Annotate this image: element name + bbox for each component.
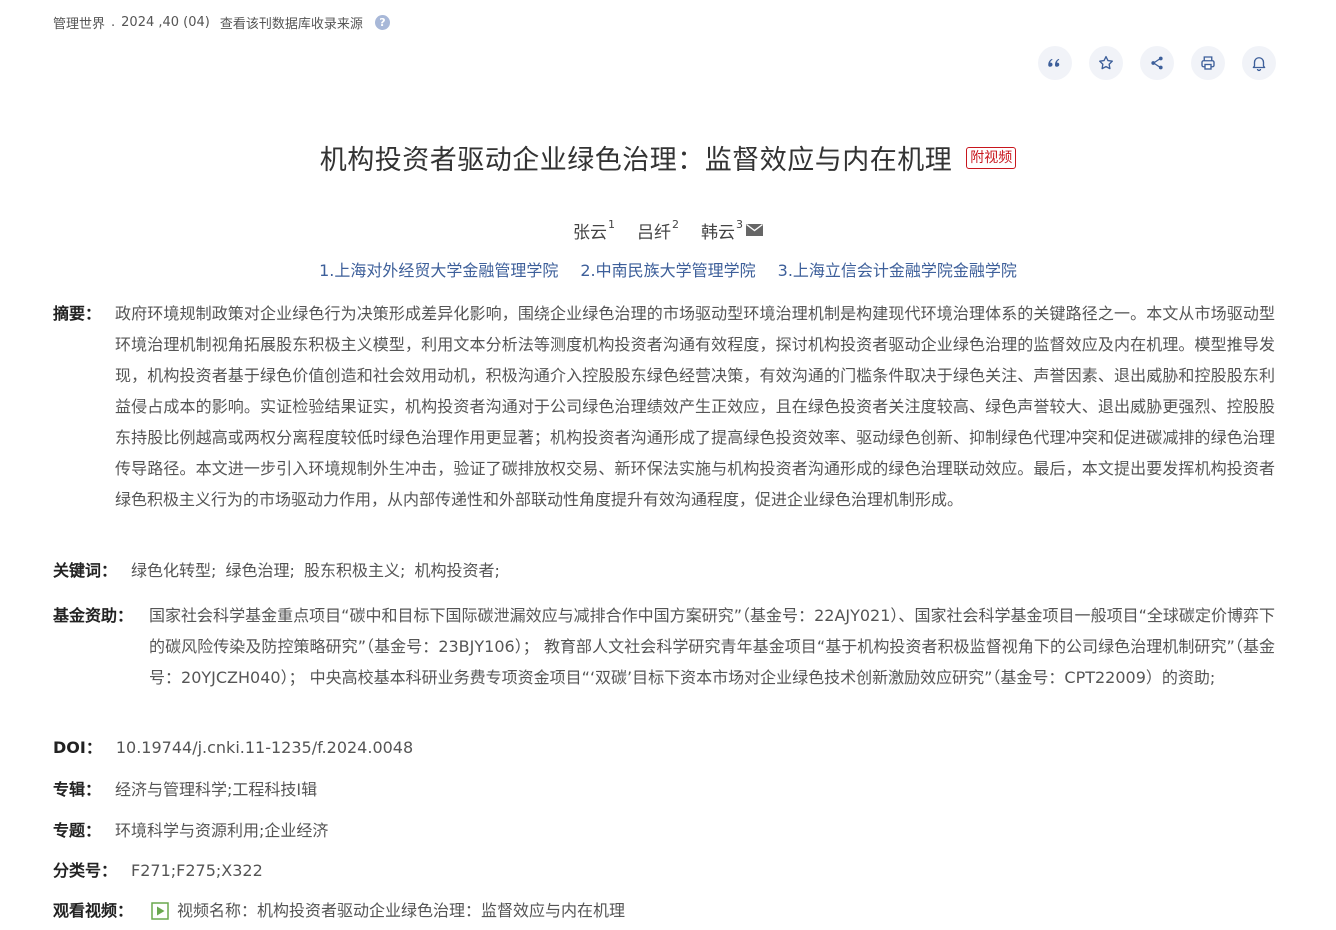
funding-label: 基金资助： [53,606,134,625]
article-toolbar [1038,46,1276,80]
keyword-link[interactable]: 股东积极主义; [304,561,405,580]
doi-value: 10.19744/j.cnki.11-1235/f.2024.0048 [115,738,414,757]
abstract-section: 摘要： 政府环境规制政策对企业绿色行为决策形成差异化影响，围绕企业绿色治理的市场… [53,298,1275,515]
author-link[interactable]: 张云 1 [573,218,615,243]
author-affil-sup: 3 [736,218,743,231]
zhuanji-section: 专辑： 经济与管理科学;工程科技Ⅰ辑 [53,779,1275,801]
author-name: 韩云 [701,223,735,243]
subscribe-button[interactable] [1242,46,1276,80]
issue-link[interactable]: 2024 ,40 (04) [121,15,210,30]
keyword-link[interactable]: 绿色化转型; [131,561,216,580]
share-button[interactable] [1140,46,1174,80]
print-icon [1201,56,1215,70]
abstract-text: 政府环境规制政策对企业绿色行为决策形成差异化影响，围绕企业绿色治理的市场驱动型环… [115,304,1275,509]
classification-section: 分类号： F271;F275;X322 [53,860,1275,882]
star-icon [1099,55,1113,70]
quote-button[interactable] [1038,46,1072,80]
article-title: 机构投资者驱动企业绿色治理：监督效应与内在机理 [319,145,953,176]
keywords-label: 关键词： [53,561,118,580]
author-affil-sup: 2 [672,218,679,231]
affiliation-link[interactable]: 1.上海对外经贸大学金融管理学院 [319,257,558,281]
journal-link[interactable]: 管理世界 [53,13,105,32]
funding-text: 国家社会科学基金重点项目“碳中和目标下国际碳泄漏效应与减排合作中国方案研究”（基… [149,606,1275,687]
funding-section: 基金资助： 国家社会科学基金重点项目“碳中和目标下国际碳泄漏效应与减排合作中国方… [53,600,1275,693]
print-button[interactable] [1191,46,1225,80]
video-section: 观看视频： 视频名称：机构投资者驱动企业绿色治理：监督效应与内在机理 [53,900,1275,922]
source-dot: . [111,14,116,30]
author-affil-sup: 1 [608,218,615,231]
author-name: 张云 [573,223,607,243]
source-bar: 管理世界 . 2024 ,40 (04) 查看该刊数据库收录来源 ? [53,12,390,32]
video-badge[interactable]: 附视频 [966,146,1017,169]
doi-section: DOI： 10.19744/j.cnki.11-1235/f.2024.0048 [53,737,1275,759]
keyword-link[interactable]: 绿色治理; [226,561,295,580]
bell-icon [1252,57,1266,72]
author-name: 吕纤 [637,223,671,243]
author-link[interactable]: 吕纤 2 [637,218,679,243]
author-link[interactable]: 韩云 3 [701,218,763,243]
help-icon[interactable]: ? [374,14,390,30]
classification-label: 分类号： [53,861,118,880]
database-source-link[interactable]: 查看该刊数据库收录来源 [220,13,363,32]
video-link[interactable]: 视频名称：机构投资者驱动企业绿色治理：监督效应与内在机理 [177,900,625,922]
mail-icon[interactable] [746,224,763,236]
affiliation-link[interactable]: 2.中南民族大学管理学院 [580,257,755,281]
author-list: 张云 1 吕纤 2 韩云 3 [0,218,1336,243]
doi-label: DOI： [53,738,102,757]
video-label: 观看视频： [53,901,134,920]
quote-icon [1048,58,1060,67]
classification-value: F271;F275;X322 [131,861,263,880]
share-icon [1151,56,1163,70]
title-row: 机构投资者驱动企业绿色治理：监督效应与内在机理 附视频 [0,138,1336,177]
zhuanji-label: 专辑： [53,780,102,799]
affiliation-list: 1.上海对外经贸大学金融管理学院 2.中南民族大学管理学院 3.上海立信会计金融… [0,257,1336,281]
zhuanti-label: 专题： [53,821,102,840]
zhuanti-value: 环境科学与资源利用;企业经济 [115,821,329,840]
abstract-label: 摘要： [53,304,102,323]
keyword-link[interactable]: 机构投资者; [415,561,500,580]
affiliation-link[interactable]: 3.上海立信会计金融学院金融学院 [778,257,1017,281]
keywords-section: 关键词： 绿色化转型; 绿色治理; 股东积极主义; 机构投资者; [53,560,1275,582]
zhuanji-value: 经济与管理科学;工程科技Ⅰ辑 [115,780,318,799]
zhuanti-section: 专题： 环境科学与资源利用;企业经济 [53,820,1275,842]
favorite-button[interactable] [1089,46,1123,80]
play-icon[interactable] [151,902,169,920]
